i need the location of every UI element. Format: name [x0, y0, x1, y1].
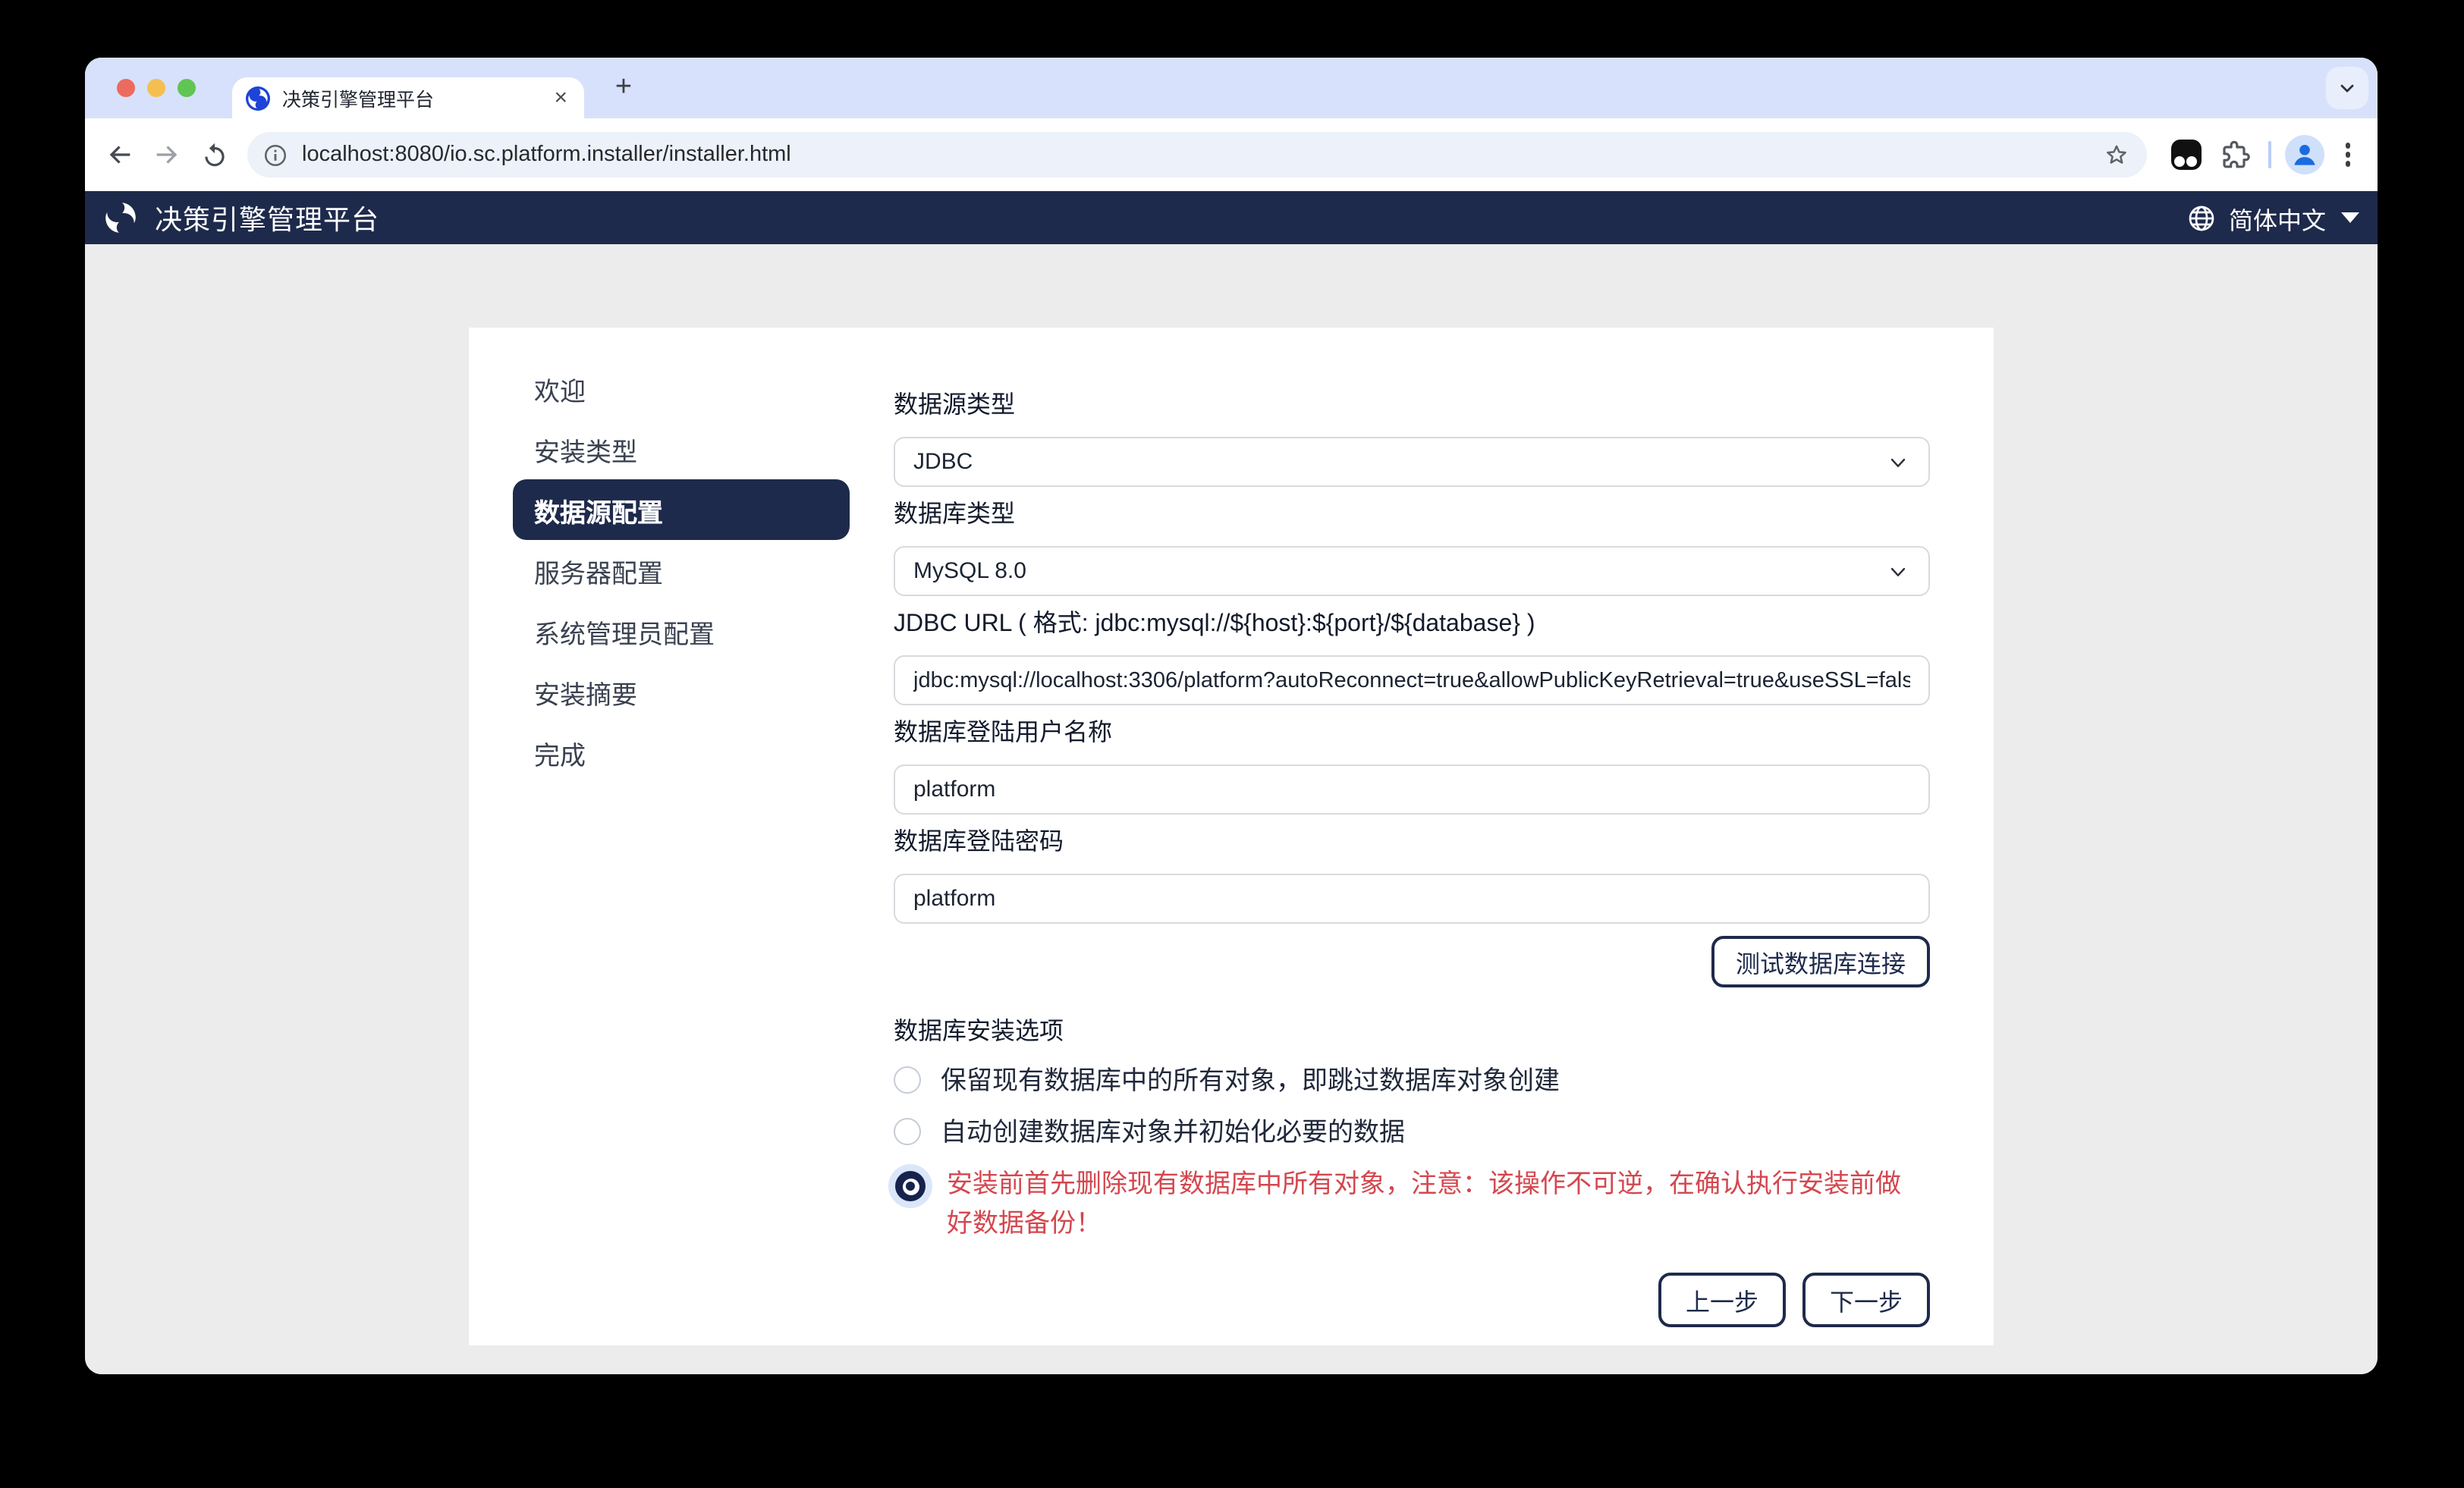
new-tab-button[interactable]: + — [604, 68, 643, 108]
minimize-window-button[interactable] — [147, 79, 165, 97]
bookmark-star-icon — [2102, 141, 2129, 168]
datasource-type-value: JDBC — [913, 449, 973, 475]
installer-card: 欢迎 安装类型 数据源配置 服务器配置 系统管理员配置 安装摘要 完成 数据源类… — [469, 328, 1994, 1345]
browser-toolbar: localhost:8080/io.sc.platform.installer/… — [85, 118, 2378, 191]
app-title: 决策引擎管理平台 — [155, 198, 379, 237]
db-password-input[interactable] — [894, 874, 1930, 924]
brand-logo-icon — [102, 199, 140, 237]
install-option-label: 自动创建数据库对象并初始化必要的数据 — [941, 1113, 1405, 1153]
sidebar-item-server-config[interactable]: 服务器配置 — [513, 540, 850, 601]
install-option-auto-create[interactable]: 自动创建数据库对象并初始化必要的数据 — [894, 1110, 1930, 1156]
sidebar-item-install-type[interactable]: 安装类型 — [513, 419, 850, 479]
install-option-drop-all[interactable]: 安装前首先删除现有数据库中所有对象，注意：该操作不可逆，在确认执行安装前做好数据… — [894, 1162, 1913, 1247]
test-connection-button[interactable]: 测试数据库连接 — [1711, 936, 1930, 987]
radio-unselected-icon[interactable] — [894, 1118, 921, 1145]
toolbar-divider — [2268, 141, 2271, 168]
chevron-down-icon — [1886, 559, 1910, 583]
radio-unselected-icon[interactable] — [894, 1066, 921, 1094]
db-username-label: 数据库登陆用户名称 — [894, 717, 1930, 751]
install-option-label: 安装前首先删除现有数据库中所有对象，注意：该操作不可逆，在确认执行安装前做好数据… — [947, 1165, 1913, 1244]
database-type-label: 数据库类型 — [894, 499, 1930, 532]
install-option-label: 保留现有数据库中的所有对象，即跳过数据库对象创建 — [941, 1062, 1560, 1101]
installer-page: 欢迎 安装类型 数据源配置 服务器配置 系统管理员配置 安装摘要 完成 数据源类… — [85, 244, 2378, 1374]
forward-arrow-icon — [152, 140, 182, 170]
chevron-down-icon — [1886, 450, 1910, 474]
profile-avatar[interactable] — [2284, 135, 2324, 174]
forward-button[interactable] — [147, 135, 187, 174]
db-username-input[interactable] — [894, 764, 1930, 815]
install-option-keep-objects[interactable]: 保留现有数据库中的所有对象，即跳过数据库对象创建 — [894, 1059, 1930, 1104]
datasource-form: 数据源类型 JDBC 数据库类型 MySQL 8.0 — [894, 328, 1994, 1345]
language-label: 简体中文 — [2229, 199, 2326, 236]
datasource-type-select[interactable]: JDBC — [894, 437, 1930, 487]
browser-window: 决策引擎管理平台 × + — [85, 58, 2378, 1374]
tab-search-button[interactable] — [2326, 67, 2368, 109]
zoom-window-button[interactable] — [178, 79, 196, 97]
back-arrow-icon — [105, 140, 135, 170]
extensions-button[interactable] — [2217, 137, 2254, 173]
sidebar-item-complete[interactable]: 完成 — [513, 722, 850, 783]
browser-tab[interactable]: 决策引擎管理平台 × — [232, 77, 584, 118]
reload-button[interactable] — [194, 135, 234, 174]
jdbc-url-input[interactable] — [894, 655, 1930, 705]
bookmark-button[interactable] — [2098, 137, 2134, 173]
caret-down-icon — [2341, 212, 2359, 223]
datasource-type-label: 数据源类型 — [894, 390, 1930, 423]
extensions-puzzle-icon — [2220, 140, 2251, 170]
sidebar-item-admin-config[interactable]: 系统管理员配置 — [513, 601, 850, 661]
reload-icon — [200, 140, 228, 169]
tab-strip: 决策引擎管理平台 × + — [85, 58, 2378, 118]
browser-menu-button[interactable] — [2336, 137, 2359, 173]
install-options-label: 数据库安装选项 — [894, 1016, 1930, 1050]
back-button[interactable] — [100, 135, 140, 174]
database-type-select[interactable]: MySQL 8.0 — [894, 546, 1930, 596]
sidebar-item-install-summary[interactable]: 安装摘要 — [513, 661, 850, 722]
sidebar-item-datasource-config[interactable]: 数据源配置 — [513, 479, 850, 540]
chevron-down-icon — [2337, 77, 2358, 99]
database-type-value: MySQL 8.0 — [913, 558, 1026, 584]
close-window-button[interactable] — [117, 79, 135, 97]
address-bar[interactable]: localhost:8080/io.sc.platform.installer/… — [247, 132, 2146, 177]
extension-dark-icon[interactable] — [2170, 140, 2201, 170]
previous-step-button[interactable]: 上一步 — [1658, 1273, 1786, 1327]
site-info-icon[interactable] — [262, 142, 288, 168]
tab-title: 决策引擎管理平台 — [282, 83, 551, 112]
jdbc-url-label: JDBC URL ( 格式: jdbc:mysql://${host}:${po… — [894, 608, 1930, 642]
globe-icon — [2186, 202, 2217, 233]
db-password-label: 数据库登陆密码 — [894, 827, 1930, 860]
url-text[interactable]: localhost:8080/io.sc.platform.installer/… — [302, 143, 2098, 167]
screen: 决策引擎管理平台 × + — [0, 0, 2464, 1488]
language-selector[interactable]: 简体中文 — [2186, 199, 2359, 236]
sidebar-item-welcome[interactable]: 欢迎 — [513, 358, 850, 419]
close-tab-icon[interactable]: × — [551, 86, 570, 109]
window-controls — [117, 79, 196, 97]
app-header: 决策引擎管理平台 简体中文 — [85, 191, 2378, 244]
person-icon — [2287, 138, 2321, 171]
radio-selected-icon[interactable] — [895, 1171, 926, 1201]
wizard-steps-sidebar: 欢迎 安装类型 数据源配置 服务器配置 系统管理员配置 安装摘要 完成 — [469, 328, 894, 1345]
next-step-button[interactable]: 下一步 — [1802, 1273, 1930, 1327]
favicon-swirl-icon — [246, 86, 270, 110]
